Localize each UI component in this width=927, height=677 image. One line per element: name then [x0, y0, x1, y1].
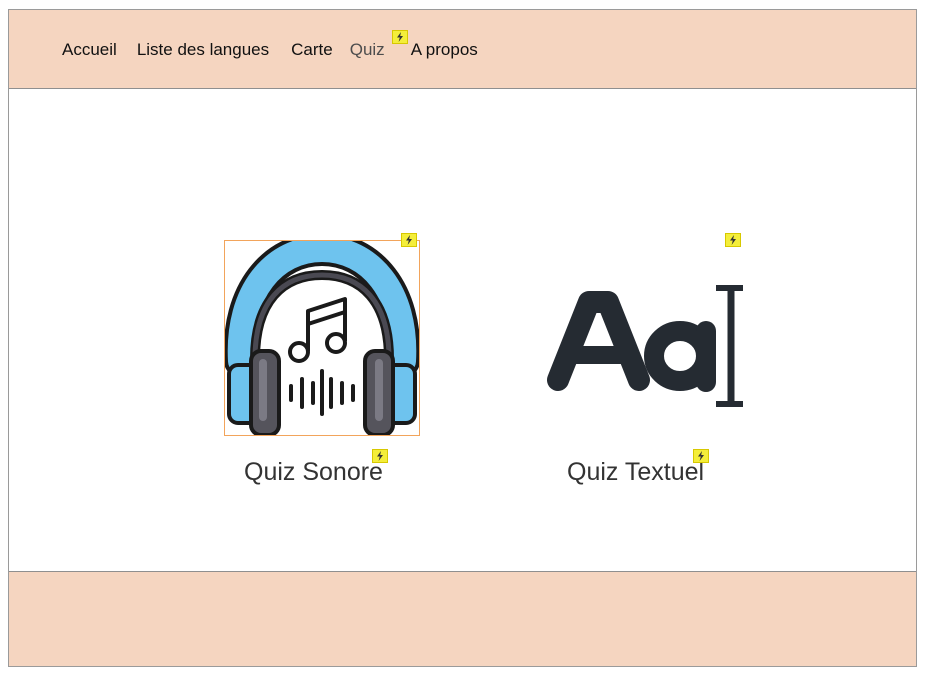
nav-link-accueil[interactable]: Accueil: [62, 40, 117, 60]
text-quiz-image[interactable]: [544, 240, 746, 436]
page-frame: Accueil Liste des langues Carte Quiz A p…: [8, 9, 917, 667]
nav-link-carte[interactable]: Carte: [291, 40, 333, 60]
text-label-lightning-badge-icon: [693, 449, 709, 463]
quiz-lightning-badge-icon: [392, 30, 408, 44]
text-quiz-label[interactable]: Quiz Textuel: [567, 458, 704, 487]
headphones-music-icon: [225, 241, 419, 435]
site-footer: [9, 571, 916, 666]
sound-label-lightning-badge-icon: [372, 449, 388, 463]
text-quiz-card[interactable]: Quiz Textuel: [544, 240, 754, 500]
main-navigation: Accueil Liste des langues Carte Quiz A p…: [62, 40, 478, 60]
nav-link-quiz-label: Quiz: [349, 40, 385, 59]
sound-image-lightning-badge-icon: [401, 233, 417, 247]
nav-link-a-propos[interactable]: A propos: [411, 40, 478, 60]
text-image-lightning-badge-icon: [725, 233, 741, 247]
nav-link-liste-des-langues[interactable]: Liste des langues: [137, 40, 269, 60]
sound-quiz-card[interactable]: Quiz Sonore: [224, 240, 424, 500]
sound-quiz-image[interactable]: [224, 240, 420, 436]
nav-link-quiz[interactable]: Quiz: [350, 40, 385, 60]
site-header: Accueil Liste des langues Carte Quiz A p…: [9, 10, 916, 89]
sound-quiz-label[interactable]: Quiz Sonore: [244, 458, 383, 487]
quiz-selection-area: Quiz Sonore Quiz Textuel: [9, 89, 916, 573]
text-aa-cursor-icon: [547, 285, 743, 407]
